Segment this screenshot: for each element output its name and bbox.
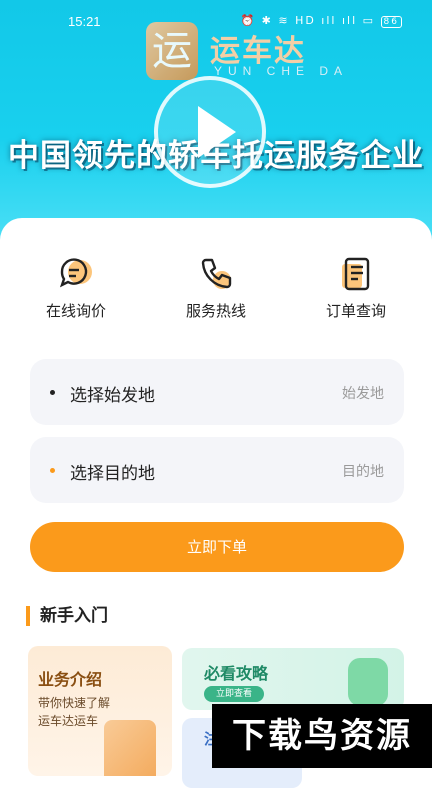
logo-pinyin: YUN CHE DA bbox=[214, 64, 349, 78]
business-intro-title: 业务介绍 bbox=[38, 670, 103, 689]
origin-label: 选择始发地 bbox=[70, 386, 155, 406]
quick-action-label: 订单查询 bbox=[325, 302, 386, 320]
play-video-button[interactable] bbox=[154, 76, 266, 188]
quick-action-online-quote[interactable]: 在线询价 bbox=[16, 254, 136, 321]
document-icon bbox=[336, 254, 376, 294]
main-card: 在线询价 服务热线 订单查询 选择始发地 始发地 选择目的地 目的地 立即下单 … bbox=[0, 218, 432, 788]
view-now-button[interactable]: 立即查看 bbox=[204, 686, 264, 702]
chat-icon bbox=[56, 254, 96, 294]
destination-dot-icon bbox=[50, 468, 55, 473]
guide-title: 必看攻略 bbox=[204, 664, 269, 683]
destination-field[interactable]: 选择目的地 目的地 bbox=[30, 437, 404, 503]
origin-field[interactable]: 选择始发地 始发地 bbox=[30, 359, 404, 425]
logo-icon: 运 bbox=[146, 22, 198, 80]
quick-action-order-query[interactable]: 订单查询 bbox=[296, 254, 416, 321]
book-icon bbox=[348, 658, 388, 706]
phone-icon bbox=[196, 254, 236, 294]
business-intro-line1: 带你快速了解 bbox=[38, 696, 111, 710]
battery-level: 86 bbox=[380, 16, 402, 28]
guide-card[interactable]: 必看攻略 立即查看 bbox=[182, 648, 404, 710]
watermark-logo: 下载鸟资源 bbox=[212, 704, 432, 768]
origin-placeholder: 始发地 bbox=[342, 386, 384, 402]
quick-action-label: 服务热线 bbox=[185, 302, 246, 320]
business-intro-line2: 运车达运车 bbox=[38, 714, 99, 728]
section-title: 新手入门 bbox=[26, 606, 108, 626]
origin-dot-icon bbox=[50, 390, 55, 395]
status-time: 15:21 bbox=[68, 14, 101, 29]
place-order-button[interactable]: 立即下单 bbox=[30, 522, 404, 572]
top-banner: 15:21 ⏰ ✱ ≋ HD ıll ıll ▭ 86 运 运车达 YUN CH… bbox=[0, 0, 432, 250]
quick-action-label: 在线询价 bbox=[45, 302, 106, 320]
destination-placeholder: 目的地 bbox=[342, 464, 384, 480]
business-intro-card[interactable]: 业务介绍 带你快速了解 运车达运车 bbox=[28, 646, 172, 776]
quick-action-hotline[interactable]: 服务热线 bbox=[156, 254, 276, 321]
destination-label: 选择目的地 bbox=[70, 464, 155, 484]
